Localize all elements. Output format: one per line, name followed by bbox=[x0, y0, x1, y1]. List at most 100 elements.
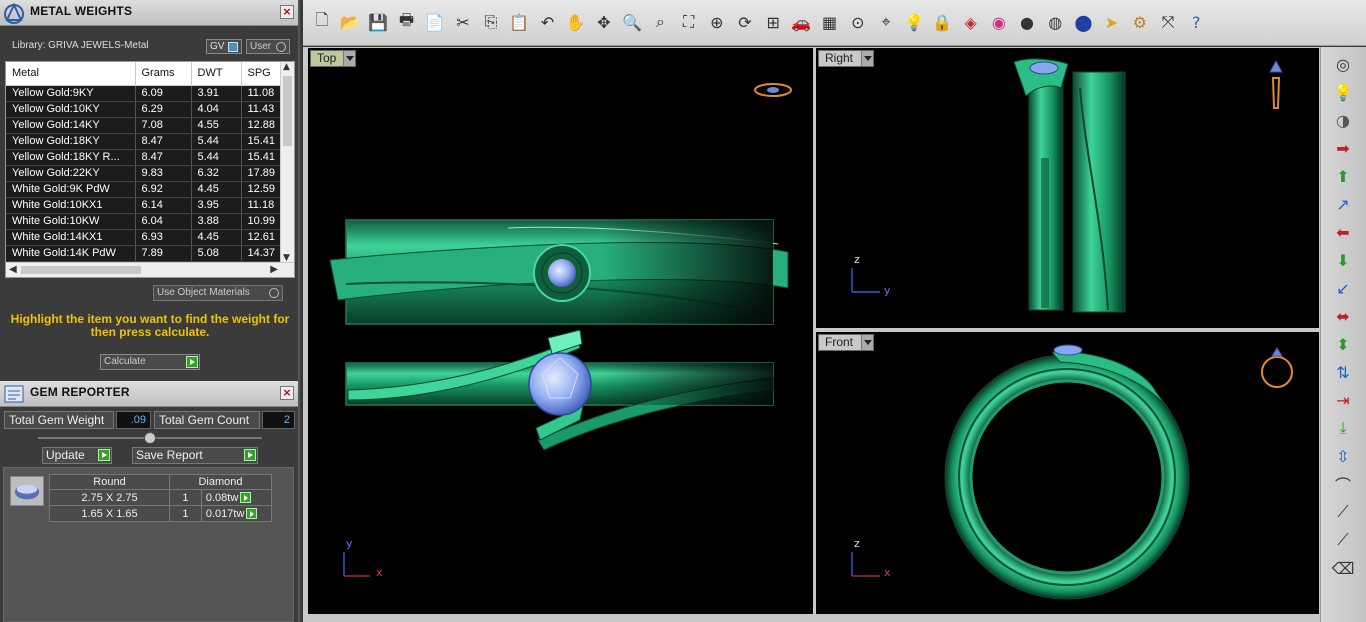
render-sphere-icon[interactable]: ◍ bbox=[1044, 11, 1066, 33]
save-report-button[interactable]: Save Report bbox=[132, 447, 258, 464]
metal-row[interactable]: White Gold:14KX1 6.93 4.45 12.61 bbox=[6, 229, 282, 246]
snap-grid-icon[interactable]: ◎ bbox=[1331, 53, 1355, 75]
metal-row[interactable]: Yellow Gold:9KY 6.09 3.91 11.08 bbox=[6, 85, 282, 102]
user-toggle[interactable]: User bbox=[246, 39, 290, 54]
metal-row[interactable]: Yellow Gold:10KY 6.29 4.04 11.43 bbox=[6, 101, 282, 118]
front-viewport[interactable]: Front z x bbox=[816, 332, 1319, 614]
calculate-button[interactable]: Calculate bbox=[100, 354, 200, 370]
shade-icon[interactable]: ◑ bbox=[1331, 109, 1355, 131]
gem-col-type: Diamond bbox=[169, 474, 272, 490]
shade-sphere-icon[interactable]: ● bbox=[1016, 11, 1038, 33]
use-object-radio-icon bbox=[269, 288, 279, 298]
metal-row[interactable]: Yellow Gold:14KY 7.08 4.55 12.88 bbox=[6, 117, 282, 134]
dimension-icon[interactable]: ⤧ bbox=[1157, 11, 1179, 33]
move-up-icon[interactable]: ⬆ bbox=[1331, 165, 1355, 187]
light-bulb-icon[interactable]: 💡 bbox=[903, 11, 925, 33]
metal-row[interactable]: White Gold:10KX1 6.14 3.95 11.18 bbox=[6, 197, 282, 214]
metal-row[interactable]: Yellow Gold:18KY R... 8.47 5.44 15.41 bbox=[6, 149, 282, 166]
scale-h-icon[interactable]: ⬌ bbox=[1331, 305, 1355, 327]
shrink-z-icon[interactable]: ⇳ bbox=[1331, 445, 1355, 467]
layer-icon[interactable]: ◈ bbox=[960, 11, 982, 33]
shrink-h-icon[interactable]: ⇥ bbox=[1331, 389, 1355, 411]
snap-icon[interactable]: ⊙ bbox=[847, 11, 869, 33]
osnap-icon[interactable]: ⌖ bbox=[875, 11, 897, 33]
zoom-window-icon[interactable]: ⌕ bbox=[649, 11, 671, 33]
copy-doc-icon[interactable]: 📄 bbox=[424, 11, 446, 33]
cut-icon[interactable]: ✂ bbox=[452, 11, 474, 33]
gem-row[interactable]: 2.75 X 2.75 1 0.08tw bbox=[49, 489, 273, 506]
library-label: Library: GRIVA JEWELS-Metal bbox=[12, 40, 149, 51]
undo-icon[interactable]: ↶ bbox=[537, 11, 559, 33]
top-viewport[interactable]: Top y x bbox=[308, 48, 813, 614]
col-spg[interactable]: SPG bbox=[241, 62, 282, 86]
print-icon[interactable]: 🖶 bbox=[396, 10, 418, 33]
pan-hand-icon[interactable]: ✋ bbox=[565, 11, 587, 33]
line-add-icon[interactable]: ⟋ bbox=[1331, 501, 1355, 523]
color-wheel-icon[interactable]: ◉ bbox=[988, 11, 1010, 33]
gem-reporter-close-icon[interactable]: × bbox=[280, 386, 294, 400]
move-left-icon[interactable]: ⬅ bbox=[1331, 221, 1355, 243]
open-folder-icon[interactable]: 📂 bbox=[339, 11, 361, 33]
move-right-icon[interactable]: ➡ bbox=[1331, 137, 1355, 159]
metal-row[interactable]: White Gold:10KW 6.04 3.88 10.99 bbox=[6, 213, 282, 230]
blue-sphere-icon[interactable]: ⬤ bbox=[1072, 11, 1094, 33]
metal-table-vscroll[interactable]: ▲ ▼ bbox=[280, 62, 294, 263]
eraser-icon[interactable]: ⌫ bbox=[1331, 557, 1355, 579]
total-gem-weight-label: Total Gem Weight bbox=[4, 411, 114, 429]
gem-row[interactable]: 1.65 X 1.65 1 0.017tw bbox=[49, 505, 273, 522]
gem-size: 1.65 X 1.65 bbox=[49, 505, 170, 522]
four-views-icon[interactable]: ⊞ bbox=[762, 11, 784, 33]
move-down-icon[interactable]: ⬇ bbox=[1331, 249, 1355, 271]
scroll-left-icon[interactable]: ◀ bbox=[9, 264, 17, 275]
new-file-icon[interactable]: 🗋 bbox=[311, 10, 333, 33]
line-icon[interactable]: ⟋ bbox=[1331, 529, 1355, 551]
grid-plane-icon[interactable]: ▦ bbox=[819, 11, 841, 33]
hscroll-thumb[interactable] bbox=[21, 266, 141, 274]
paste-icon[interactable]: 📋 bbox=[508, 11, 530, 33]
metal-row[interactable]: White Gold:9K PdW 6.92 4.45 12.59 bbox=[6, 181, 282, 198]
metal-spg: 11.18 bbox=[241, 197, 282, 214]
col-grams[interactable]: Grams bbox=[135, 62, 192, 86]
move-icon[interactable]: ✥ bbox=[593, 11, 615, 33]
spotlight-icon[interactable]: ➤ bbox=[1101, 11, 1123, 33]
help-icon[interactable]: ? bbox=[1185, 11, 1207, 33]
metal-row[interactable]: Yellow Gold:18KY 8.47 5.44 15.41 bbox=[6, 133, 282, 150]
gv-toggle[interactable]: GV bbox=[206, 39, 242, 54]
scale-v-icon[interactable]: ⬍ bbox=[1331, 333, 1355, 355]
scroll-up-icon[interactable]: ▲ bbox=[283, 62, 290, 72]
use-object-materials-toggle[interactable]: Use Object Materials bbox=[153, 285, 283, 301]
zoom-icon[interactable]: 🔍 bbox=[621, 11, 643, 33]
car-icon[interactable]: 🚗 bbox=[790, 11, 812, 33]
scale-z-icon[interactable]: ⇅ bbox=[1331, 361, 1355, 383]
vscroll-thumb[interactable] bbox=[283, 76, 292, 146]
move-diag-icon[interactable]: ↗ bbox=[1331, 193, 1355, 215]
copy-icon[interactable]: ⎘ bbox=[480, 11, 502, 33]
zoom-selected-icon[interactable]: ⊕ bbox=[706, 11, 728, 33]
gem-select-icon[interactable] bbox=[246, 508, 258, 520]
metal-row[interactable]: White Gold:14K PdW 7.89 5.08 14.37 bbox=[6, 245, 282, 262]
scroll-right-icon[interactable]: ▶ bbox=[270, 264, 278, 275]
col-dwt[interactable]: DWT bbox=[191, 62, 242, 86]
curve-icon[interactable]: ⌒ bbox=[1331, 473, 1355, 495]
gem-slider-knob[interactable] bbox=[144, 432, 156, 444]
round-diamond-icon[interactable] bbox=[10, 476, 44, 506]
lock-icon[interactable]: 🔒 bbox=[931, 11, 953, 33]
metal-name: Yellow Gold:10KY bbox=[6, 101, 136, 118]
zoom-extents-icon[interactable]: ⛶ bbox=[678, 11, 700, 33]
save-icon[interactable]: 💾 bbox=[367, 11, 389, 33]
shrink-v-icon[interactable]: ⤓ bbox=[1331, 417, 1355, 439]
update-button[interactable]: Update bbox=[42, 447, 112, 464]
right-viewport[interactable]: Right z y bbox=[816, 48, 1319, 328]
settings-gear-icon[interactable]: ⚙ bbox=[1129, 11, 1151, 33]
col-metal[interactable]: Metal bbox=[6, 62, 136, 86]
metal-grams: 8.47 bbox=[135, 149, 192, 166]
gem-col-shape: Round bbox=[49, 474, 170, 490]
gem-select-icon[interactable] bbox=[240, 492, 252, 504]
top-view-axis bbox=[343, 552, 370, 577]
metal-weights-close-icon[interactable]: × bbox=[280, 5, 294, 19]
metal-row[interactable]: Yellow Gold:22KY 9.83 6.32 17.89 bbox=[6, 165, 282, 182]
rotate-view-icon[interactable]: ⟳ bbox=[734, 11, 756, 33]
light-icon[interactable]: 💡 bbox=[1331, 81, 1355, 103]
move-diag2-icon[interactable]: ↙ bbox=[1331, 277, 1355, 299]
metal-table-hscroll[interactable]: ◀ ▶ bbox=[6, 262, 294, 277]
